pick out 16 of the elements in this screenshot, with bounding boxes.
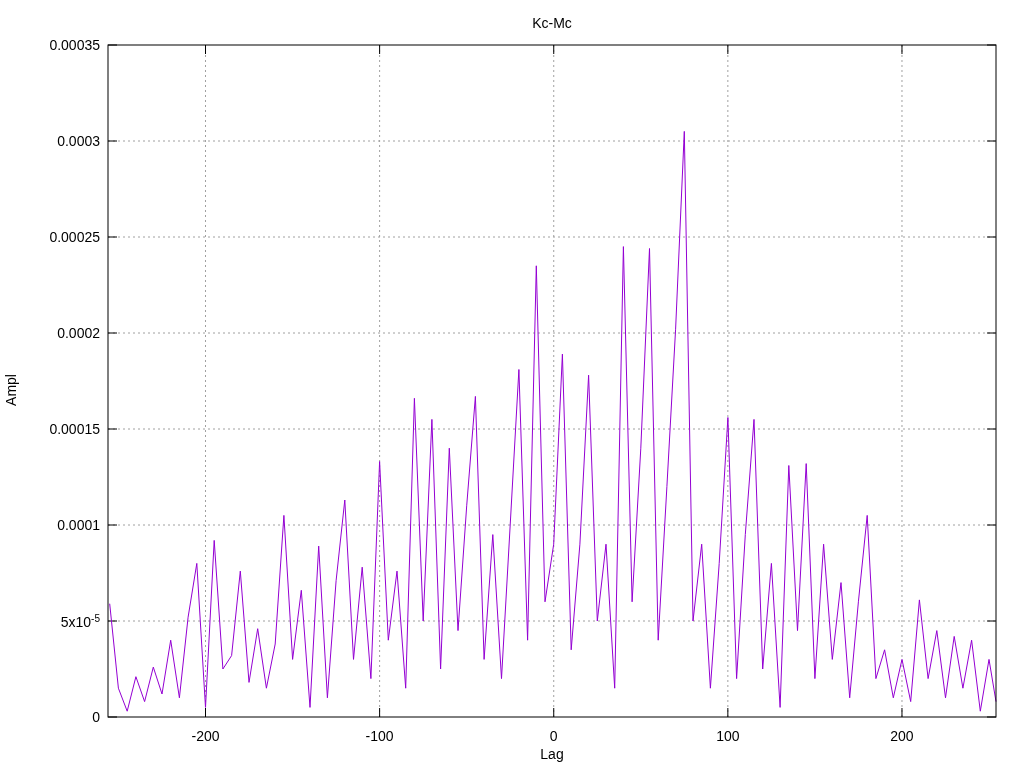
axis-label: Ampl — [2, 374, 19, 406]
tick-label: 100 — [716, 727, 740, 744]
tick-label: 0 — [549, 727, 558, 744]
tick-label: 0.0001 — [56, 516, 100, 535]
tick-label: 0.0003 — [56, 132, 100, 151]
tick-label: 200 — [890, 727, 914, 744]
tick-label: -100 — [365, 727, 394, 744]
tick-label: 0.0002 — [56, 324, 100, 343]
tick-label: 0 — [91, 708, 100, 727]
axis-label: Lag — [540, 745, 564, 762]
chart-title: Kc-Mc — [532, 14, 572, 31]
tick-label: 5x10$^{-5}$ — [59, 611, 100, 631]
tick-label: -200 — [191, 727, 220, 744]
tick-label: 0.00015 — [48, 420, 100, 439]
tick-label: 0.00025 — [48, 228, 100, 247]
tick-label: 0.00035 — [48, 36, 100, 55]
